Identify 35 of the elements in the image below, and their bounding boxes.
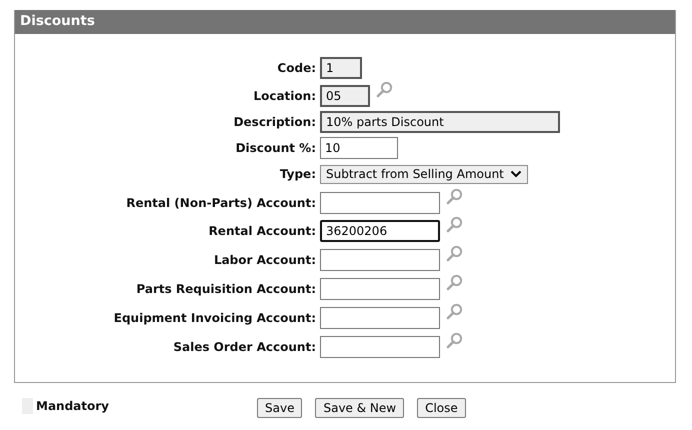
panel-title: Discounts (15, 10, 675, 34)
type-dropdown[interactable]: Subtract from Selling Amount (320, 164, 528, 184)
field-label: Parts Requisition Account: (135, 282, 316, 296)
field-label: Type: (278, 167, 316, 181)
input-field[interactable] (320, 307, 440, 329)
search-icon[interactable] (446, 245, 463, 262)
search-icon[interactable] (446, 188, 463, 205)
field-label: Discount %: (234, 141, 316, 155)
field-label: Equipment Invoicing Account: (112, 311, 316, 325)
search-icon[interactable] (446, 332, 463, 349)
input-field[interactable] (320, 192, 440, 214)
chevron-down-icon (510, 170, 522, 178)
field-label: Rental Account: (208, 224, 316, 238)
input-field[interactable] (320, 278, 440, 300)
input-field[interactable]: 05 (320, 85, 370, 107)
form-button[interactable]: Close (417, 398, 466, 418)
search-icon[interactable] (376, 81, 393, 98)
field-label: Code: (276, 61, 316, 75)
search-icon[interactable] (446, 216, 463, 233)
input-field[interactable]: 10 (320, 137, 398, 159)
input-field[interactable] (320, 336, 440, 358)
input-field[interactable]: 10% parts Discount (320, 111, 560, 133)
input-field[interactable]: 36200206 (320, 220, 440, 242)
field-label: Rental (Non-Parts) Account: (125, 196, 316, 210)
input-field[interactable] (320, 249, 440, 271)
field-label: Sales Order Account: (172, 340, 316, 354)
input-field[interactable]: 1 (320, 57, 362, 79)
legend-label: Mandatory (36, 398, 109, 412)
search-icon[interactable] (446, 303, 463, 320)
field-label: Location: (252, 89, 316, 103)
search-icon[interactable] (446, 274, 463, 291)
field-label: Description: (232, 115, 316, 129)
field-label: Labor Account: (212, 253, 316, 267)
form-button[interactable]: Save (257, 398, 302, 418)
form-button[interactable]: Save & New (315, 398, 404, 418)
